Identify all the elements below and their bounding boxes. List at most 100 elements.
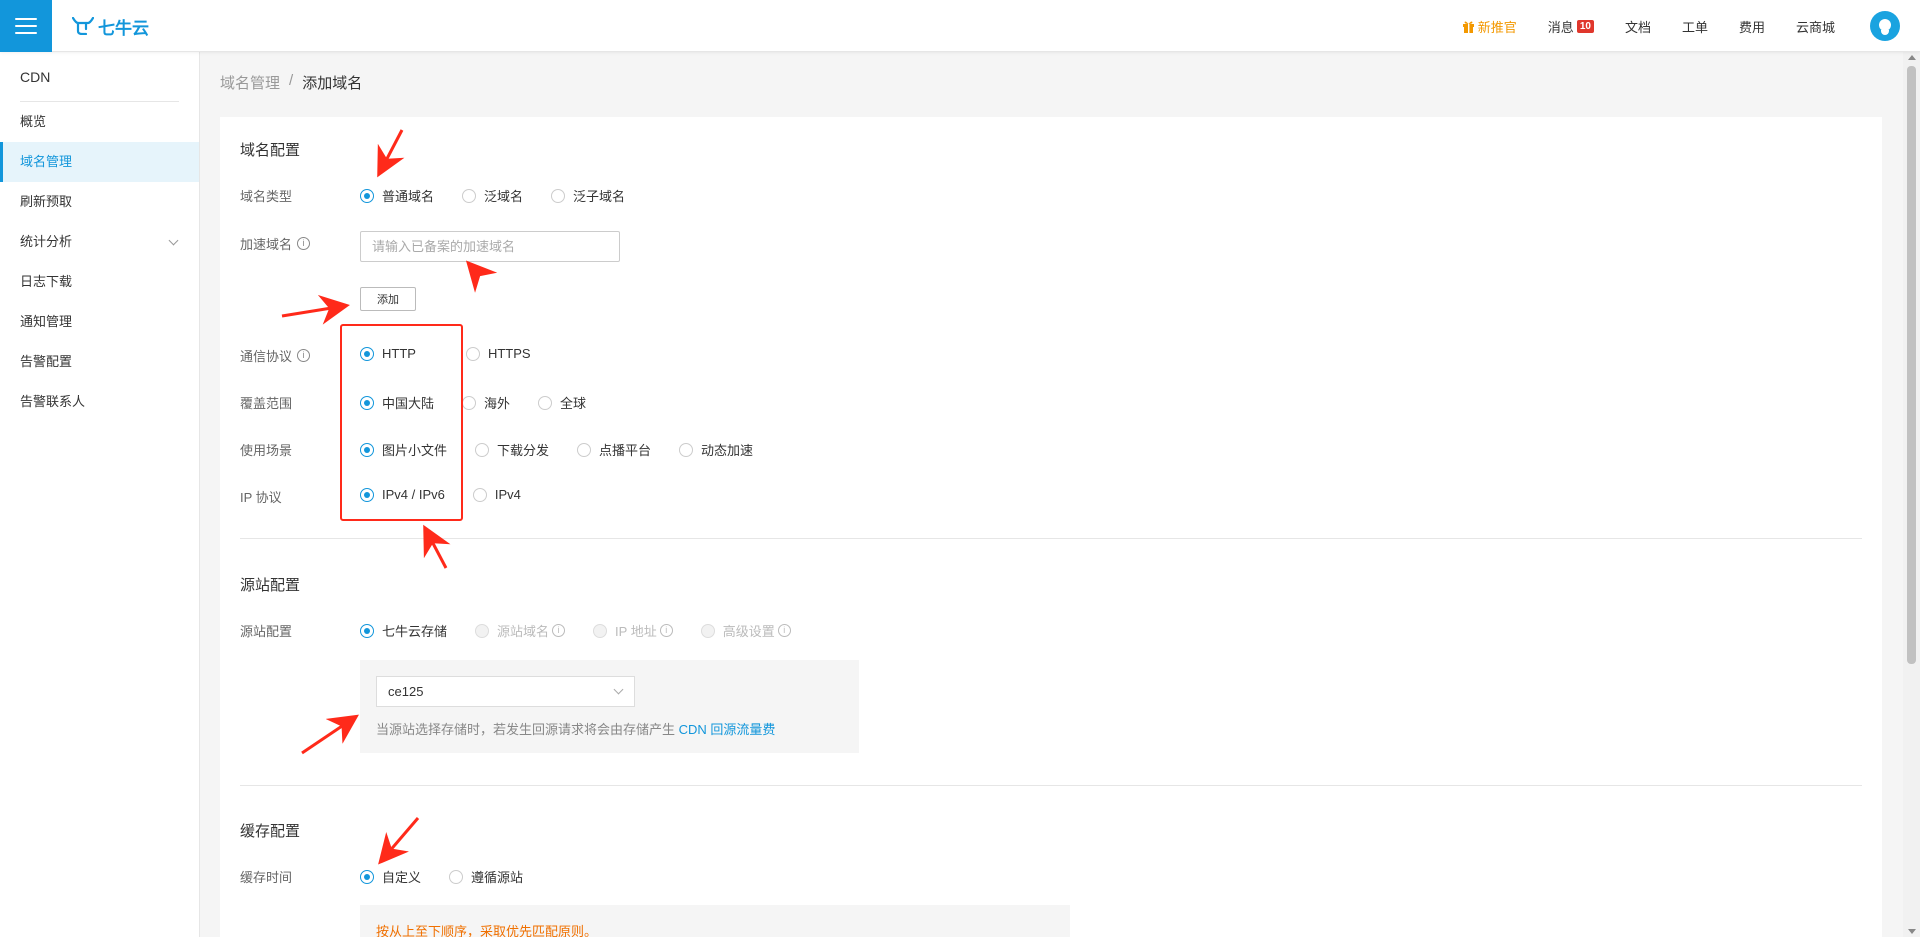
scroll-up-arrow[interactable] (1908, 55, 1916, 60)
radio-ip-dual[interactable]: IPv4 / IPv6 (360, 487, 445, 502)
radio-origin-advanced[interactable]: 高级设置 i (700, 621, 791, 640)
radio-label: HTTP (382, 346, 416, 361)
logo-text: 七牛云 (98, 18, 149, 38)
radio-domain-wildcard[interactable]: 泛域名 (462, 186, 523, 205)
top-nav: 新推官 消息 10 文档 工单 费用 云商城 (1431, 0, 1900, 52)
sidebar-item-domain-management[interactable]: 域名管理 (0, 142, 199, 182)
protocol-radio-group: HTTP HTTPS (360, 346, 559, 361)
scroll-down-arrow[interactable] (1908, 929, 1916, 934)
sidebar-item-alert-contacts[interactable]: 告警联系人 (0, 382, 199, 422)
radio-scenario-download[interactable]: 下载分发 (475, 440, 549, 459)
label-coverage: 覆盖范围 (240, 393, 292, 412)
label-cache-time: 缓存时间 (240, 867, 292, 886)
nav-docs[interactable]: 文档 (1625, 17, 1651, 36)
radio-label: 七牛云存储 (382, 624, 448, 639)
nav-billing[interactable]: 费用 (1739, 17, 1765, 36)
origin-storage-panel: ce125 当源站选择存储时，若发生回源请求将会由存储产生 CDN 回源流量费 (360, 660, 859, 753)
radio-circle (360, 869, 374, 884)
radio-circle (679, 442, 694, 457)
radio-scenario-vod[interactable]: 点播平台 (577, 440, 651, 459)
radio-domain-wildcard-sub[interactable]: 泛子域名 (551, 186, 625, 205)
sidebar: CDN 概览 域名管理 刷新预取 统计分析 日志下载 通知管理 告警配置 告警联… (0, 52, 200, 937)
radio-origin-domain[interactable]: 源站域名 i (475, 621, 566, 640)
radio-circle (360, 623, 374, 638)
radio-circle (360, 346, 374, 361)
radio-cache-follow-origin[interactable]: 遵循源站 (449, 867, 523, 886)
nav-marketplace[interactable]: 云商城 (1796, 17, 1835, 36)
radio-label: 全球 (560, 396, 587, 411)
info-icon[interactable]: i (552, 624, 566, 637)
radio-protocol-https[interactable]: HTTPS (465, 346, 531, 361)
radio-label: 点播平台 (599, 443, 652, 458)
top-bar: 七牛云 新推官 消息 10 文档 工单 费用 云商城 (0, 0, 1920, 52)
radio-label: 动态加速 (701, 443, 754, 458)
label-ip-protocol: IP 协议 (240, 487, 282, 506)
radio-coverage-mainland[interactable]: 中国大陆 (360, 393, 434, 412)
info-icon[interactable]: i (659, 624, 673, 637)
scroll-thumb[interactable] (1907, 66, 1916, 664)
chevron-down-icon (168, 235, 179, 246)
info-icon[interactable]: i (297, 237, 311, 250)
radio-label: 图片小文件 (382, 443, 448, 458)
section-divider (240, 538, 1862, 539)
section-title-domain-config: 域名配置 (240, 142, 301, 159)
sidebar-item-overview[interactable]: 概览 (0, 102, 199, 142)
radio-scenario-dynamic[interactable]: 动态加速 (679, 440, 753, 459)
radio-circle (360, 395, 374, 410)
sidebar-item-statistics[interactable]: 统计分析 (0, 222, 199, 262)
origin-traffic-fee-link[interactable]: CDN 回源流量费 (679, 722, 776, 737)
breadcrumb-separator: / (289, 72, 294, 89)
page-scrollbar[interactable] (1903, 52, 1920, 937)
radio-coverage-global[interactable]: 全球 (538, 393, 586, 412)
message-count-badge: 10 (1576, 19, 1594, 33)
radio-label: HTTPS (487, 346, 531, 361)
nav-promo[interactable]: 新推官 (1462, 17, 1517, 36)
coverage-radio-group: 中国大陆 海外 全球 (360, 393, 614, 412)
nav-marketplace-label: 云商城 (1795, 19, 1835, 35)
origin-hint: 当源站选择存储时，若发生回源请求将会由存储产生 CDN 回源流量费 (376, 719, 775, 738)
accel-domain-input[interactable] (360, 231, 620, 262)
sidebar-item-alert-config[interactable]: 告警配置 (0, 342, 199, 382)
radio-label: 下载分发 (497, 443, 550, 458)
bucket-select-value: ce125 (388, 684, 424, 699)
breadcrumb-parent[interactable]: 域名管理 (220, 72, 280, 93)
sidebar-item-notification[interactable]: 通知管理 (0, 302, 199, 342)
radio-label: 遵循源站 (471, 870, 524, 885)
nav-promo-label: 新推官 (1477, 19, 1517, 35)
radio-circle (577, 442, 592, 457)
sidebar-item-log-download[interactable]: 日志下载 (0, 262, 199, 302)
info-icon[interactable]: i (777, 624, 791, 637)
breadcrumb: 域名管理 / 添加域名 (220, 72, 362, 93)
cache-radio-group: 自定义 遵循源站 (360, 867, 551, 886)
label-domain-type: 域名类型 (240, 186, 292, 205)
radio-domain-normal[interactable]: 普通域名 (360, 186, 434, 205)
nav-tickets[interactable]: 工单 (1682, 17, 1708, 36)
qiniu-logo[interactable]: 七牛云 (72, 14, 149, 38)
radio-origin-ip[interactable]: IP 地址 i (593, 621, 673, 640)
radio-label: 源站域名 (497, 624, 550, 639)
radio-coverage-overseas[interactable]: 海外 (462, 393, 510, 412)
label-scenario-text: 使用场景 (240, 443, 293, 458)
radio-protocol-http[interactable]: HTTP (360, 346, 416, 361)
qiniu-logo-icon (72, 17, 94, 35)
bucket-select[interactable]: ce125 (376, 676, 635, 707)
radio-circle (449, 869, 464, 884)
radio-circle (462, 188, 477, 203)
user-avatar[interactable] (1870, 11, 1900, 41)
nav-messages[interactable]: 消息 10 (1548, 17, 1594, 36)
radio-scenario-small-files[interactable]: 图片小文件 (360, 440, 447, 459)
hamburger-menu-button[interactable] (0, 0, 52, 52)
radio-circle (360, 487, 374, 502)
radio-cache-custom[interactable]: 自定义 (360, 867, 421, 886)
info-icon[interactable]: i (297, 349, 311, 362)
radio-label: 自定义 (382, 870, 422, 885)
add-domain-button[interactable]: 添加 (360, 287, 416, 311)
main-card: 域名配置 域名类型 普通域名 泛域名 泛子域名 加速域名 i 添加 通信协议 i… (220, 117, 1882, 937)
label-accel-domain-text: 加速域名 (240, 237, 293, 252)
radio-origin-qiniu-storage[interactable]: 七牛云存储 (360, 621, 447, 640)
radio-circle (360, 188, 374, 203)
radio-circle (593, 623, 608, 638)
gift-icon (1462, 21, 1474, 33)
radio-ip-v4[interactable]: IPv4 (472, 487, 521, 502)
sidebar-item-refresh-prefetch[interactable]: 刷新预取 (0, 182, 199, 222)
